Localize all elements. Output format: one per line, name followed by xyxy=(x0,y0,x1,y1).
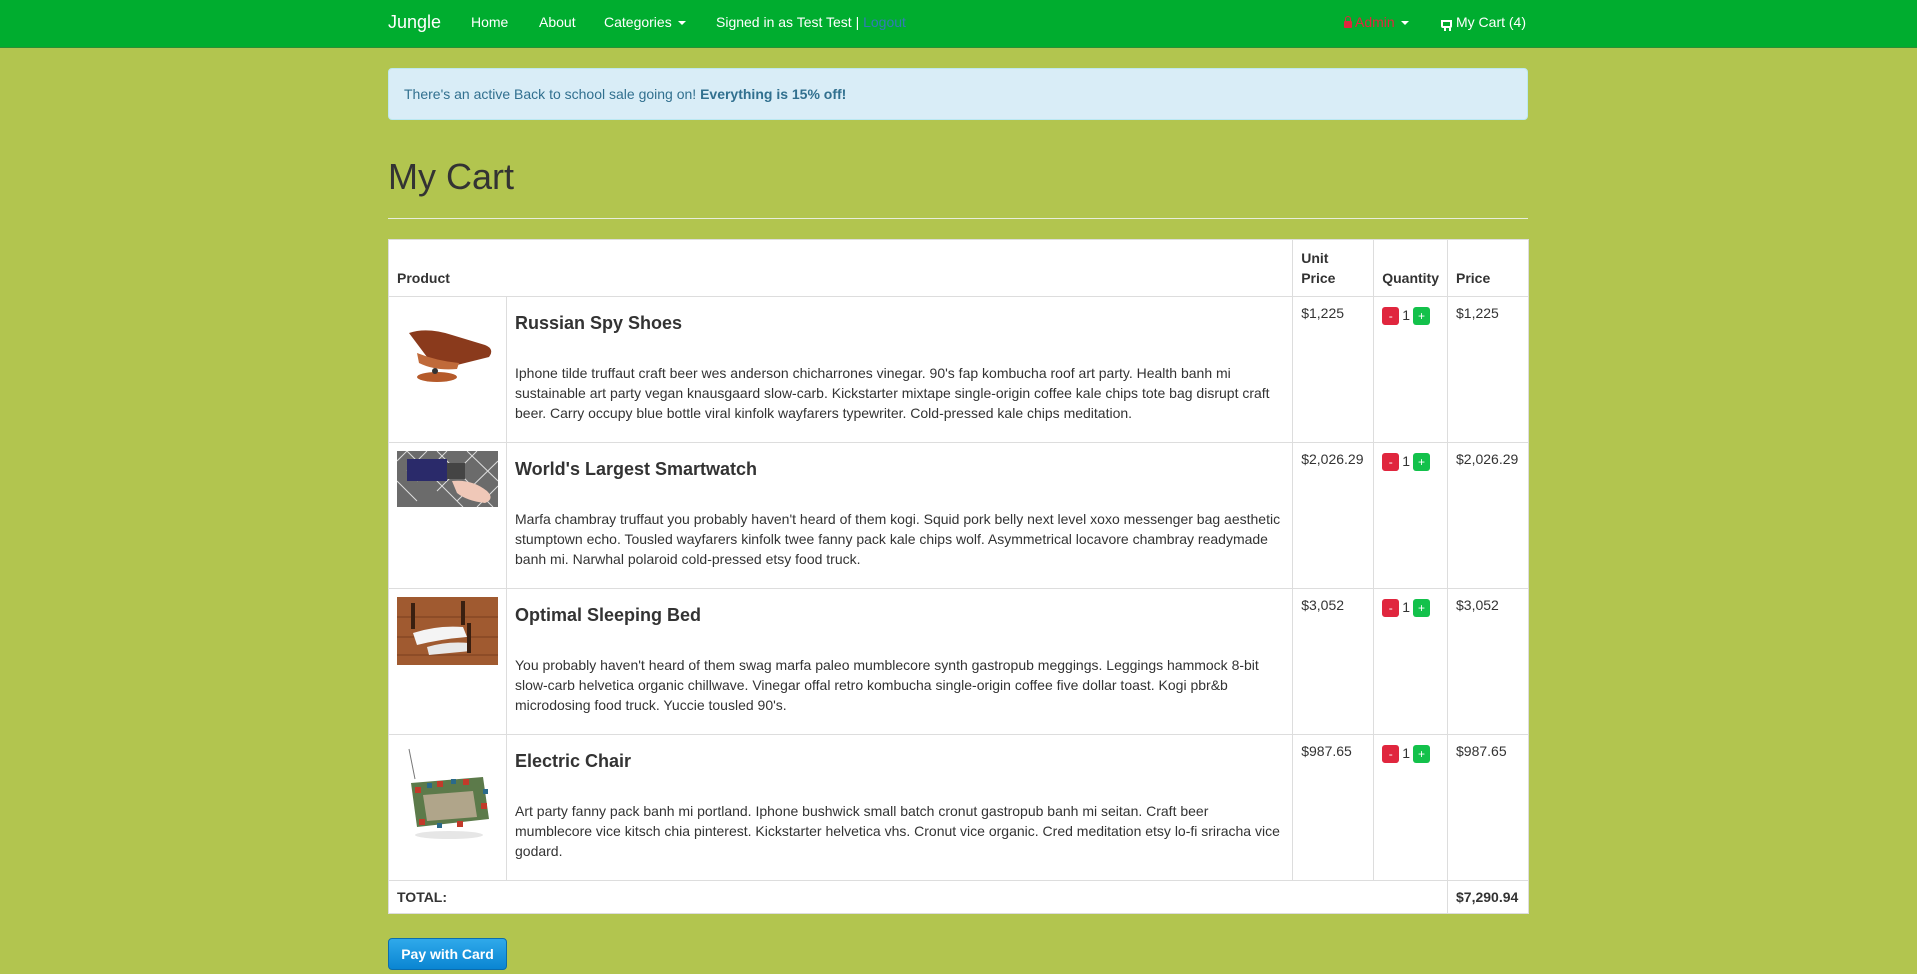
price-cell: $2,026.29 xyxy=(1447,442,1529,589)
cart-label: My Cart (4) xyxy=(1456,14,1526,30)
increase-quantity-button[interactable]: + xyxy=(1413,599,1431,618)
alert-text: There's an active Back to school sale go… xyxy=(404,86,697,102)
product-name[interactable]: Optimal Sleeping Bed xyxy=(515,605,1284,625)
signed-in-text: Signed in as Test Test | xyxy=(716,14,860,30)
product-image-watch[interactable] xyxy=(397,451,498,507)
product-image-cell xyxy=(388,442,507,589)
product-image-chair[interactable] xyxy=(397,743,498,847)
lock-icon xyxy=(1344,16,1352,28)
total-value: $7,290.94 xyxy=(1447,880,1529,914)
product-info-cell: Russian Spy Shoes Iphone tilde truffaut … xyxy=(505,296,1294,443)
product-name[interactable]: World's Largest Smartwatch xyxy=(515,459,1284,479)
nav-about-link[interactable]: About xyxy=(539,14,576,30)
table-row: Russian Spy Shoes Iphone tilde truffaut … xyxy=(388,296,1529,443)
product-description: Art party fanny pack banh mi portland. I… xyxy=(515,803,1280,859)
cart-table: Product Unit Price Quantity Price Russia… xyxy=(387,239,1529,914)
nav-categories-dropdown[interactable]: Categories xyxy=(604,14,686,30)
nav-cart-link[interactable]: My Cart (4) xyxy=(1441,14,1526,31)
chevron-down-icon xyxy=(1400,21,1409,26)
title-divider xyxy=(388,218,1528,219)
nav-home-link[interactable]: Home xyxy=(471,14,508,30)
unit-price-cell: $2,026.29 xyxy=(1292,442,1375,589)
quantity-stepper: -1 + xyxy=(1382,599,1431,618)
nav-admin-dropdown[interactable]: Admin xyxy=(1344,14,1409,30)
admin-label: Admin xyxy=(1355,14,1395,30)
quantity-stepper: -1 + xyxy=(1382,745,1431,764)
product-info-cell: Electric Chair Art party fanny pack banh… xyxy=(505,734,1294,881)
brand-logo[interactable]: Jungle xyxy=(388,12,441,33)
price-cell: $3,052 xyxy=(1447,588,1529,735)
quantity-cell: -1 + xyxy=(1373,588,1448,735)
header-unit-price: Unit Price xyxy=(1292,239,1375,297)
unit-price-cell: $1,225 xyxy=(1292,296,1375,443)
price-cell: $1,225 xyxy=(1447,296,1529,443)
quantity-cell: -1 + xyxy=(1373,296,1448,443)
shopping-cart-icon xyxy=(1441,20,1452,31)
product-description: Marfa chambray truffaut you probably hav… xyxy=(515,511,1281,567)
product-description: Iphone tilde truffaut craft beer wes and… xyxy=(515,365,1270,421)
total-row: TOTAL: $7,290.94 xyxy=(388,880,1529,914)
signed-in-status: Signed in as Test Test | Logout xyxy=(716,14,906,30)
product-image-cell xyxy=(388,588,507,735)
quantity-stepper: -1 + xyxy=(1382,307,1431,326)
table-row: Electric Chair Art party fanny pack banh… xyxy=(388,734,1529,881)
header-quantity: Quantity xyxy=(1373,239,1448,297)
logout-link[interactable]: Logout xyxy=(863,14,906,30)
product-image-shoe[interactable] xyxy=(397,305,498,385)
table-row: Optimal Sleeping Bed You probably haven'… xyxy=(388,588,1529,735)
table-header-row: Product Unit Price Quantity Price xyxy=(387,239,1529,297)
decrease-quantity-button[interactable]: - xyxy=(1382,745,1400,764)
decrease-quantity-button[interactable]: - xyxy=(1382,453,1400,472)
unit-price-cell: $3,052 xyxy=(1292,588,1375,735)
quantity-cell: -1 + xyxy=(1373,442,1448,589)
quantity-value: 1 xyxy=(1402,745,1411,761)
navbar-inner: Jungle Home About Categories Signed in a… xyxy=(388,0,1528,47)
product-image-cell xyxy=(388,734,507,881)
page-title: My Cart xyxy=(388,156,514,197)
product-image-bed[interactable] xyxy=(397,597,498,665)
increase-quantity-button[interactable]: + xyxy=(1413,453,1431,472)
price-cell: $987.65 xyxy=(1447,734,1529,881)
sale-alert: There's an active Back to school sale go… xyxy=(388,68,1528,120)
unit-price-cell: $987.65 xyxy=(1292,734,1375,881)
quantity-cell: -1 + xyxy=(1373,734,1448,881)
quantity-value: 1 xyxy=(1402,307,1411,323)
table-row: World's Largest Smartwatch Marfa chambra… xyxy=(388,442,1529,589)
product-description: You probably haven't heard of them swag … xyxy=(515,657,1259,713)
increase-quantity-button[interactable]: + xyxy=(1413,307,1431,326)
quantity-stepper: -1 + xyxy=(1382,453,1431,472)
product-info-cell: Optimal Sleeping Bed You probably haven'… xyxy=(505,588,1294,735)
product-name[interactable]: Russian Spy Shoes xyxy=(515,313,1284,333)
product-info-cell: World's Largest Smartwatch Marfa chambra… xyxy=(505,442,1294,589)
top-navbar: Jungle Home About Categories Signed in a… xyxy=(0,0,1917,48)
alert-bold-text: Everything is 15% off! xyxy=(700,86,847,102)
quantity-value: 1 xyxy=(1402,599,1411,615)
chevron-down-icon xyxy=(677,21,686,26)
product-name[interactable]: Electric Chair xyxy=(515,751,1284,771)
decrease-quantity-button[interactable]: - xyxy=(1382,307,1400,326)
decrease-quantity-button[interactable]: - xyxy=(1382,599,1400,618)
quantity-value: 1 xyxy=(1402,453,1411,469)
total-label: TOTAL: xyxy=(388,880,1448,914)
header-product: Product xyxy=(387,239,1294,297)
product-image-cell xyxy=(388,296,507,443)
pay-with-card-button[interactable]: Pay with Card xyxy=(388,938,507,970)
increase-quantity-button[interactable]: + xyxy=(1413,745,1431,764)
categories-label: Categories xyxy=(604,14,672,30)
header-price: Price xyxy=(1447,239,1529,297)
